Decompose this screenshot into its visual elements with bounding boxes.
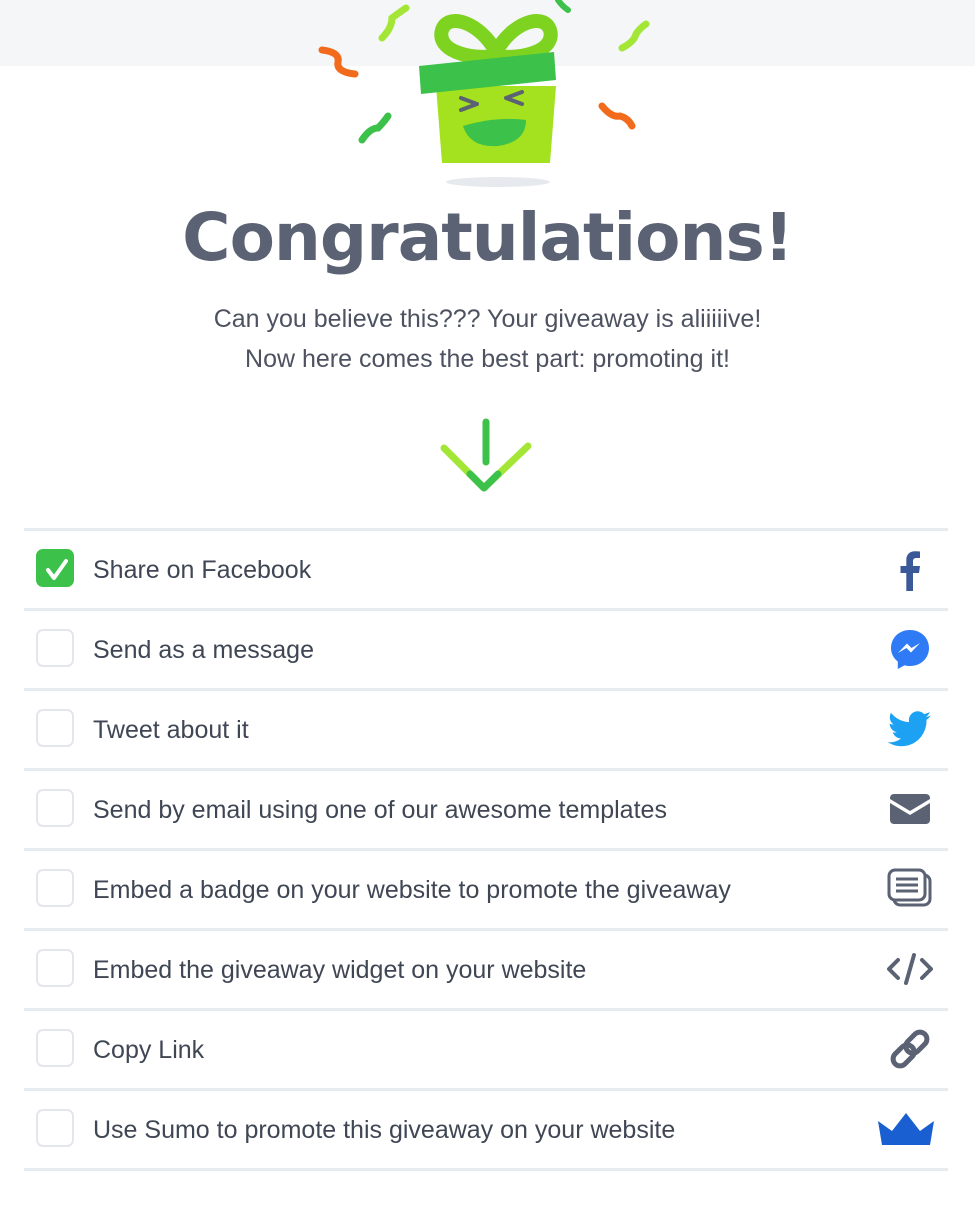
option-embed-widget[interactable]: Embed the giveaway widget on your websit… — [24, 931, 948, 1011]
confetti-piece — [598, 102, 636, 130]
option-use-sumo[interactable]: Use Sumo to promote this giveaway on you… — [24, 1091, 948, 1171]
gift-bow — [434, 14, 558, 64]
option-share-facebook[interactable]: Share on Facebook — [24, 531, 948, 611]
checkbox-unchecked[interactable] — [36, 789, 74, 827]
arrow-down-icon — [440, 418, 532, 492]
envelope-icon[interactable] — [886, 787, 934, 831]
checkbox-unchecked[interactable] — [36, 709, 74, 747]
subtitle-line-1: Can you believe this??? Your giveaway is… — [213, 305, 762, 333]
option-label: Copy Link — [93, 1036, 205, 1064]
twitter-icon[interactable] — [886, 707, 934, 751]
checkbox-unchecked[interactable] — [36, 629, 74, 667]
option-label: Embed the giveaway widget on your websit… — [93, 956, 587, 984]
confetti-piece — [618, 20, 650, 52]
option-embed-badge[interactable]: Embed a badge on your website to promote… — [24, 851, 948, 931]
option-label: Send by email using one of our awesome t… — [93, 796, 667, 824]
option-label: Use Sumo to promote this giveaway on you… — [93, 1116, 676, 1144]
confetti-piece — [358, 112, 392, 144]
sumo-crown-icon[interactable] — [878, 1107, 934, 1151]
badge-icon[interactable] — [886, 867, 934, 911]
option-label: Send as a message — [93, 636, 314, 664]
page-title: Congratulations! — [182, 199, 794, 276]
option-send-message[interactable]: Send as a message — [24, 611, 948, 691]
checkbox-unchecked[interactable] — [36, 949, 74, 987]
promote-options-list: Share on Facebook Send as a message Twee… — [24, 528, 948, 1171]
checkbox-unchecked[interactable] — [36, 869, 74, 907]
option-label: Tweet about it — [93, 716, 249, 744]
link-icon[interactable] — [886, 1027, 934, 1071]
code-icon[interactable] — [886, 947, 934, 991]
option-copy-link[interactable]: Copy Link — [24, 1011, 948, 1091]
confetti-piece — [318, 46, 359, 78]
messenger-icon[interactable] — [886, 627, 934, 671]
option-label: Share on Facebook — [93, 556, 312, 584]
checkbox-checked[interactable] — [36, 549, 74, 587]
subtitle-line-2: Now here comes the best part: promoting … — [245, 345, 730, 373]
option-send-email[interactable]: Send by email using one of our awesome t… — [24, 771, 948, 851]
gift-shadow — [446, 177, 550, 187]
confetti-piece — [378, 4, 410, 42]
option-tweet[interactable]: Tweet about it — [24, 691, 948, 771]
gift-illustration — [318, 0, 650, 187]
checkbox-unchecked[interactable] — [36, 1029, 74, 1067]
facebook-icon[interactable] — [886, 547, 934, 591]
confetti-piece — [555, 0, 571, 13]
option-label: Embed a badge on your website to promote… — [93, 876, 731, 904]
checkbox-unchecked[interactable] — [36, 1109, 74, 1147]
